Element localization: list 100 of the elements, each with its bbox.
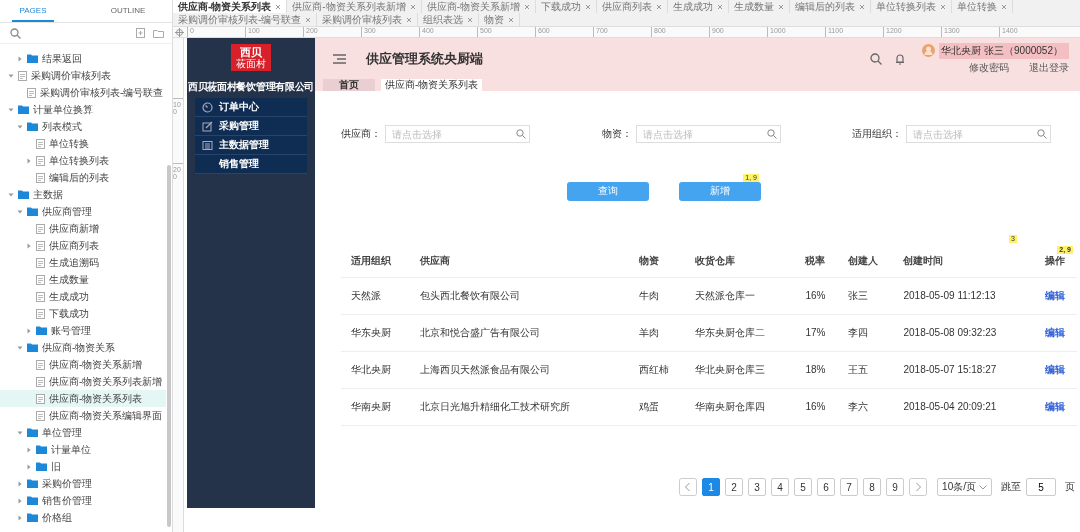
page-size-select[interactable]: 10条/页	[937, 478, 992, 496]
page-button[interactable]: 7	[840, 478, 859, 496]
tree-item[interactable]: 供应商管理	[0, 203, 166, 220]
editor-tab[interactable]: 组织表选	[418, 13, 480, 26]
panel-tab[interactable]: OUTLINE	[84, 0, 172, 22]
page-button[interactable]: 2	[725, 478, 744, 496]
header-link[interactable]: 修改密码	[969, 60, 1009, 75]
jump-label: 页	[1065, 480, 1075, 494]
table-cell: 李四	[847, 326, 868, 338]
tree-item[interactable]: 结果返回	[0, 50, 166, 67]
edit-link[interactable]: 编辑	[1044, 400, 1065, 412]
folder-icon	[36, 445, 47, 454]
tree-item[interactable]: 列表模式	[0, 118, 166, 135]
nav-item[interactable]: 采购管理	[195, 117, 307, 136]
tree-item[interactable]: 供应商-物资关系	[0, 339, 166, 356]
page-icon	[27, 87, 36, 98]
column-header: 供应商	[420, 254, 451, 266]
tree-item[interactable]: 供应商-物资关系编辑界面	[0, 407, 166, 424]
editor-tab[interactable]: 供应商-物资关系列表	[173, 0, 288, 13]
page-button[interactable]: 5	[794, 478, 813, 496]
scrollbar[interactable]	[167, 165, 171, 527]
tree-item[interactable]: 单位管理	[0, 424, 166, 441]
page-button[interactable]: 6	[817, 478, 836, 496]
editor-tab[interactable]: 采购调价审核列表-编号联查	[173, 13, 318, 26]
editor-tab[interactable]: 供应商-物资关系列表新增	[287, 0, 422, 13]
nav-item[interactable]: 销售管理	[195, 155, 307, 174]
tree-item[interactable]: 采购调价审核列表-编号联查	[0, 84, 166, 101]
editor-tab[interactable]: 单位转换列表	[871, 0, 953, 13]
edit-link[interactable]: 编辑	[1044, 289, 1065, 301]
table-cell: 华北央厨仓库三	[695, 363, 766, 375]
tree-item[interactable]: 价格组	[0, 509, 166, 526]
column-header: 收货仓库	[695, 254, 736, 266]
tree-item[interactable]: 编辑后的列表	[0, 169, 166, 186]
tree-item[interactable]: 计量单位换算	[0, 101, 166, 118]
table-cell: 华北央厨	[351, 363, 391, 375]
chevron-left-icon	[679, 478, 698, 496]
tree-item[interactable]: 生成追溯码	[0, 254, 166, 271]
page-button[interactable]: 3	[748, 478, 767, 496]
table-cell: 华东央厨	[351, 326, 391, 338]
column-header: 物资	[639, 254, 660, 266]
folder-icon	[27, 479, 38, 488]
editor-tab[interactable]: 下载成功	[536, 0, 598, 13]
tree-item[interactable]: 供应商-物资关系列表	[0, 390, 166, 407]
tree-item[interactable]: 供应商新增	[0, 220, 166, 237]
close-icon	[305, 16, 312, 23]
caret-icon	[979, 484, 987, 490]
page-icon	[36, 274, 45, 285]
editor-tab[interactable]: 供应商-物资关系新增	[421, 0, 537, 13]
tree-item[interactable]: 供应商-物资关系新增	[0, 356, 166, 373]
tree-item[interactable]: 供应商-物资关系列表新增	[0, 373, 166, 390]
add-folder-icon	[153, 28, 164, 38]
page-button[interactable]: 1	[702, 478, 721, 496]
panel-tab[interactable]: PAGES	[12, 0, 54, 22]
tree-item[interactable]: 销售价管理	[0, 492, 166, 509]
tree-item[interactable]: 采购调价审核列表	[0, 67, 166, 84]
breadcrumb-tab[interactable]: 供应商-物资关系列表	[381, 79, 483, 91]
table-cell: 上海西贝天然派食品有限公司	[420, 363, 551, 375]
page-icon	[36, 240, 45, 251]
tree-item[interactable]: 旧	[0, 458, 166, 475]
tree-item[interactable]: 采购价管理	[0, 475, 166, 492]
header-link[interactable]: 退出登录	[1029, 60, 1069, 75]
tree-item[interactable]: 供应商列表	[0, 237, 166, 254]
table-cell: 北京和悦合盛广告有限公司	[420, 326, 541, 338]
close-icon	[467, 16, 474, 23]
page-button[interactable]: 8	[863, 478, 882, 496]
edit-link[interactable]: 编辑	[1044, 363, 1065, 375]
tree-item[interactable]: 主数据	[0, 186, 166, 203]
avatar	[922, 44, 936, 57]
editor-tab[interactable]: 供应商列表	[597, 0, 669, 13]
edit-link[interactable]: 编辑	[1044, 326, 1065, 338]
tree-item[interactable]: 生成数量	[0, 271, 166, 288]
editor-tab[interactable]: 单位转换	[952, 0, 1014, 13]
app-title: 供应管理系统央厨端	[366, 49, 483, 68]
tree-item[interactable]: 单位转换	[0, 135, 166, 152]
nav-item[interactable]: 订单中心	[195, 98, 307, 117]
editor-tab[interactable]: 物资	[479, 13, 521, 26]
nav-item[interactable]: 主数据管理	[195, 136, 307, 155]
tree-item[interactable]: 单位转换列表	[0, 152, 166, 169]
table-cell: 2018-05-07 15:18:27	[903, 364, 997, 375]
tree-item[interactable]: 生成成功	[0, 288, 166, 305]
table-cell: 鸡蛋	[639, 400, 660, 412]
search-icon	[870, 52, 883, 65]
page-button[interactable]: 9	[886, 478, 905, 496]
tree-item[interactable]: 计量单位	[0, 441, 166, 458]
page-icon	[18, 70, 27, 81]
editor-tab[interactable]: 生成数量	[729, 0, 791, 13]
tree-item[interactable]: 下载成功	[0, 305, 166, 322]
table-cell: 天然派仓库一	[695, 289, 756, 301]
column-header: 创建人	[847, 254, 878, 266]
search-icon	[1037, 129, 1047, 139]
editor-tab[interactable]: 生成成功	[668, 0, 730, 13]
table-cell: 羊肉	[639, 326, 660, 338]
editor-tab[interactable]: 编辑后的列表	[790, 0, 872, 13]
breadcrumb-tab[interactable]: 首页	[323, 79, 375, 91]
folder-icon	[36, 462, 47, 471]
page-input[interactable]: 5	[1026, 478, 1056, 496]
page-button[interactable]: 4	[771, 478, 790, 496]
edit-icon	[201, 120, 213, 132]
editor-tab[interactable]: 采购调价审核列表	[317, 13, 419, 26]
tree-item[interactable]: 账号管理	[0, 322, 166, 339]
